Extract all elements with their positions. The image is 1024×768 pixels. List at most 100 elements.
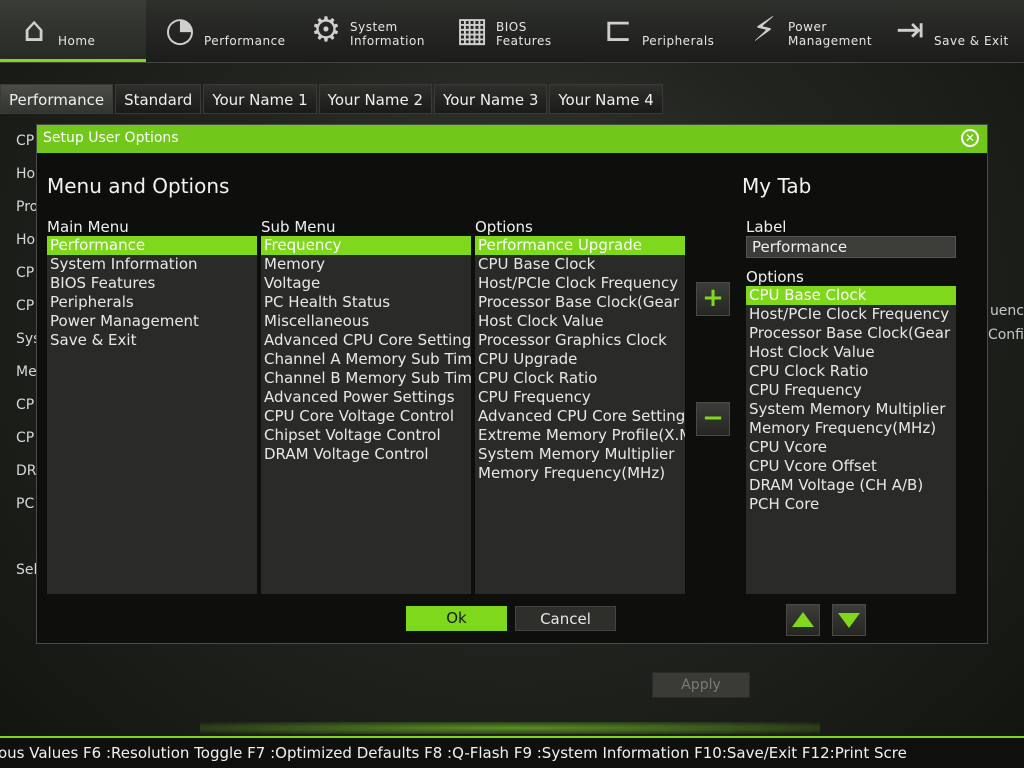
background-value-label: uenc (989, 303, 1024, 319)
options-list: Performance Upgrade CPU Base Clock Host/PC… (475, 236, 685, 594)
list-item[interactable]: System Information (47, 255, 257, 274)
nav-label: Power Management (788, 20, 873, 48)
list-item[interactable]: Peripherals (47, 293, 257, 312)
remove-option-button[interactable]: − (696, 402, 730, 436)
list-item[interactable]: Processor Base Clock(Gear Ratio) (475, 293, 685, 312)
main-menu-list: Performance System Information BIOS Featur… (47, 236, 257, 594)
background-menu-label: Ho (16, 232, 36, 248)
tab-standard[interactable]: Standard (115, 84, 202, 114)
list-item[interactable]: Miscellaneous (261, 312, 471, 331)
main-menu-header: Main Menu (47, 218, 129, 236)
footer-hotkeys: ous Values F6 :Resolution Toggle F7 :Opt… (0, 736, 1024, 768)
nav-label: System Information (350, 20, 425, 48)
list-item[interactable]: CPU Core Voltage Control (261, 407, 471, 426)
nav-peripherals[interactable]: ⊏ Peripherals (584, 0, 730, 62)
list-item[interactable]: Performance Upgrade (475, 236, 685, 255)
nav-system-information[interactable]: ⚙ System Information (292, 0, 438, 62)
list-item[interactable]: Save & Exit (47, 331, 257, 350)
cancel-button[interactable]: Cancel (515, 606, 616, 631)
list-item[interactable]: Host/PCIe Clock Frequency (746, 305, 956, 324)
close-icon[interactable]: ✕ (961, 129, 979, 147)
background-menu-label: CP (16, 298, 35, 314)
background-menu-label: Pro (16, 199, 39, 215)
move-down-button[interactable] (832, 604, 866, 636)
list-item[interactable]: CPU Frequency (475, 388, 685, 407)
list-item[interactable]: System Memory Multiplier (475, 445, 685, 464)
list-item[interactable]: CPU Vcore (746, 438, 956, 457)
list-item[interactable]: Advanced CPU Core Settings (261, 331, 471, 350)
bios-chip-icon: ▦ (455, 10, 489, 50)
apply-button[interactable]: Apply (652, 672, 750, 698)
list-item[interactable]: Performance (47, 236, 257, 255)
background-menu-label: CP (16, 397, 35, 413)
list-item[interactable]: Chipset Voltage Control (261, 426, 471, 445)
list-item[interactable]: Processor Graphics Clock (475, 331, 685, 350)
label-header: Label (746, 218, 787, 236)
nav-label: Performance (204, 34, 286, 48)
home-icon: ⌂ (23, 10, 45, 50)
list-item[interactable]: Frequency (261, 236, 471, 255)
connector-icon: ⊏ (603, 10, 633, 50)
list-item[interactable]: Channel A Memory Sub Timings (261, 350, 471, 369)
list-item[interactable]: DRAM Voltage Control (261, 445, 471, 464)
gear-icon: ⚙ (310, 10, 342, 50)
background-menu-label: CP (16, 265, 35, 281)
tab-your-name-4[interactable]: Your Name 4 (549, 84, 663, 114)
tab-your-name-1[interactable]: Your Name 1 (203, 84, 317, 114)
mytab-options-header: Options (746, 268, 804, 286)
tab-label-input[interactable]: Performance (746, 236, 956, 258)
list-item[interactable]: Extreme Memory Profile(X.M.P.) (475, 426, 685, 445)
nav-performance[interactable]: ◔ Performance (146, 0, 292, 62)
list-item[interactable]: Host Clock Value (746, 343, 956, 362)
arrow-down-icon (838, 613, 860, 628)
nav-label: BIOS Features (496, 20, 552, 48)
list-item[interactable]: Advanced CPU Core Settings (475, 407, 685, 426)
list-item[interactable]: CPU Clock Ratio (475, 369, 685, 388)
list-item[interactable]: PCH Core (746, 495, 956, 514)
nav-home[interactable]: ⌂ Home (0, 0, 146, 62)
nav-power-management[interactable]: ⚡ Power Management (730, 0, 876, 62)
list-item[interactable]: Memory Frequency(MHz) (746, 419, 956, 438)
list-item[interactable]: Memory Frequency(MHz) (475, 464, 685, 483)
tab-performance[interactable]: Performance (0, 84, 114, 114)
list-item[interactable]: CPU Clock Ratio (746, 362, 956, 381)
list-item[interactable]: Channel B Memory Sub Timings (261, 369, 471, 388)
list-item[interactable]: CPU Vcore Offset (746, 457, 956, 476)
list-item[interactable]: Power Management (47, 312, 257, 331)
list-item[interactable]: Memory (261, 255, 471, 274)
add-option-button[interactable]: + (696, 282, 730, 316)
footer-hotkeys-text: ous Values F6 :Resolution Toggle F7 :Opt… (0, 744, 907, 762)
background-value-label: Confi (987, 327, 1024, 343)
list-item[interactable]: Processor Base Clock(Gear Ratio) (746, 324, 956, 343)
background-menu-label: Me (16, 364, 37, 380)
list-item[interactable]: CPU Base Clock (746, 286, 956, 305)
move-up-button[interactable] (786, 604, 820, 636)
tab-your-name-2[interactable]: Your Name 2 (318, 84, 433, 114)
background-menu-label: PC (16, 496, 35, 512)
my-tab-heading: My Tab (742, 174, 812, 198)
list-item[interactable]: CPU Frequency (746, 381, 956, 400)
list-item[interactable]: Advanced Power Settings (261, 388, 471, 407)
list-item[interactable]: CPU Upgrade (475, 350, 685, 369)
tab-your-name-3[interactable]: Your Name 3 (434, 84, 548, 114)
background-menu-label: Sel (16, 562, 38, 578)
dialog-title: Setup User Options (43, 130, 179, 146)
options-header: Options (475, 218, 533, 236)
list-item[interactable]: System Memory Multiplier (746, 400, 956, 419)
nav-bios-features[interactable]: ▦ BIOS Features (438, 0, 584, 62)
list-item[interactable]: PC Health Status (261, 293, 471, 312)
menu-and-options-heading: Menu and Options (47, 174, 230, 198)
tab-bar: Performance Standard Your Name 1 Your Name … (0, 84, 665, 114)
list-item[interactable]: DRAM Voltage (CH A/B) (746, 476, 956, 495)
mytab-options-list: CPU Base Clock Host/PCIe Clock Frequency P… (746, 286, 956, 594)
list-item[interactable]: CPU Base Clock (475, 255, 685, 274)
nav-save-exit[interactable]: ⇥ Save & Exit (876, 0, 1022, 62)
background-menu-label: CP (16, 133, 35, 149)
list-item[interactable]: Host Clock Value (475, 312, 685, 331)
list-item[interactable]: Host/PCIe Clock Frequency (475, 274, 685, 293)
nav-label: Peripherals (642, 34, 715, 48)
list-item[interactable]: Voltage (261, 274, 471, 293)
list-item[interactable]: BIOS Features (47, 274, 257, 293)
ok-button[interactable]: Ok (406, 606, 507, 631)
sub-menu-header: Sub Menu (261, 218, 336, 236)
